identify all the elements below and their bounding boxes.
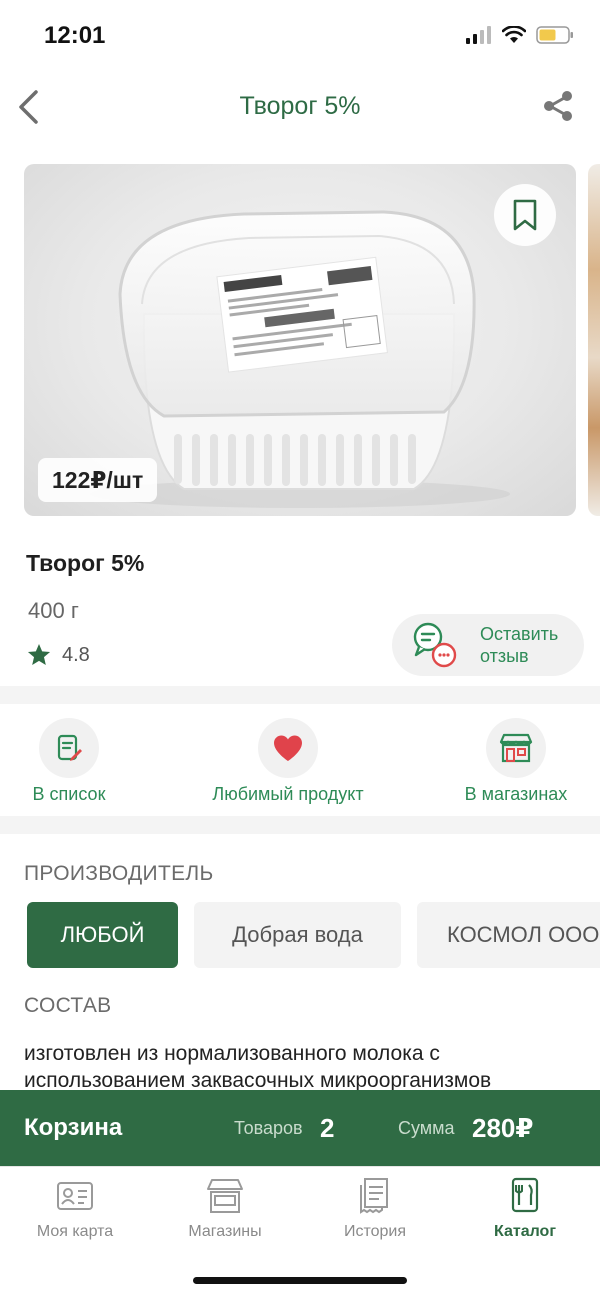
cart-bar[interactable]: Корзина Товаров 2 Сумма 280₽: [0, 1090, 600, 1166]
chip-any[interactable]: ЛЮБОЙ: [27, 902, 178, 968]
next-product-image[interactable]: [588, 164, 600, 516]
product-weight: 400 г: [28, 598, 79, 623]
product-name: Творог 5%: [26, 550, 145, 576]
tab-stores[interactable]: Магазины: [150, 1177, 300, 1241]
cart-items-label: Товаров: [234, 1118, 303, 1138]
bookmark-icon: [513, 199, 537, 231]
tab-stores-label: Магазины: [188, 1223, 262, 1240]
nav-bar: Творог 5%: [0, 72, 600, 142]
price-tag: 122₽/шт: [38, 458, 158, 502]
add-to-list-label: В список: [32, 784, 106, 804]
chip-dobraya-voda[interactable]: Добрая вода: [194, 902, 401, 968]
leave-review-label-line1: Оставить: [480, 624, 559, 644]
cart-title: Корзина: [24, 1114, 123, 1141]
share-icon: [544, 91, 572, 121]
page-title: Творог 5%: [239, 92, 361, 120]
favorite-product-button[interactable]: Любимый продукт: [200, 718, 376, 805]
composition-section-title: СОСТАВ: [24, 994, 112, 1017]
cart-sum-value: 280₽: [472, 1113, 534, 1143]
image-carousel[interactable]: 122₽/шт: [0, 164, 600, 518]
wifi-icon: [502, 26, 526, 43]
leave-review-button[interactable]: Оставить отзыв: [392, 614, 584, 676]
bookmark-button[interactable]: [494, 184, 556, 246]
tab-history[interactable]: История: [300, 1177, 450, 1241]
tab-my-card[interactable]: Моя карта: [0, 1177, 150, 1241]
favorite-product-circle: [258, 718, 318, 778]
list-edit-icon: [57, 734, 82, 761]
chat-bubbles-icon: [413, 622, 457, 668]
tab-my-card-label: Моя карта: [36, 1223, 114, 1240]
battery-icon: [536, 26, 573, 44]
tab-catalog-label: Каталог: [494, 1223, 556, 1240]
manufacturer-section-title: ПРОИЗВОДИТЕЛЬ: [24, 862, 214, 885]
in-stores-button[interactable]: В магазинах: [456, 718, 576, 805]
star-icon: [27, 643, 51, 665]
home-indicator: [193, 1277, 407, 1284]
in-stores-label: В магазинах: [464, 784, 568, 804]
status-time: 12:01: [44, 22, 106, 49]
composition-text: изготовлен из нормализованного молока с …: [24, 1042, 492, 1092]
heart-icon: [274, 735, 302, 761]
status-bar: 12:01: [0, 0, 600, 72]
store-icon: [499, 733, 533, 763]
add-to-list-button[interactable]: В список: [26, 718, 112, 805]
add-to-list-circle: [39, 718, 99, 778]
product-actions: В список Любимый продукт В магазинах: [0, 704, 600, 814]
favorite-product-label: Любимый продукт: [212, 784, 364, 804]
cart-sum-label: Сумма: [398, 1118, 455, 1138]
status-icons: [466, 26, 574, 44]
chip-kosmol[interactable]: КОСМОЛ ООО: [417, 902, 600, 968]
store-icon: [207, 1179, 243, 1213]
divider: [0, 816, 600, 834]
tab-catalog[interactable]: Каталог: [450, 1177, 600, 1241]
catalog-icon: [511, 1177, 539, 1213]
leave-review-label-line2: отзыв: [480, 646, 529, 666]
share-button[interactable]: [538, 86, 578, 126]
manufacturer-filter-chips: ЛЮБОЙ Добрая вода КОСМОЛ ООО: [0, 902, 600, 968]
divider: [0, 686, 600, 704]
signal-icon: [466, 26, 491, 44]
receipt-icon: [360, 1178, 388, 1214]
product-image: 122₽/шт: [24, 164, 576, 516]
card-icon: [57, 1182, 93, 1210]
cart-items-count: 2: [320, 1113, 335, 1143]
rating-value: 4.8: [62, 643, 90, 666]
tab-history-label: История: [343, 1223, 407, 1240]
rating: 4.8: [26, 642, 90, 668]
leave-review-label: Оставить отзыв: [480, 623, 558, 667]
in-stores-circle: [486, 718, 546, 778]
